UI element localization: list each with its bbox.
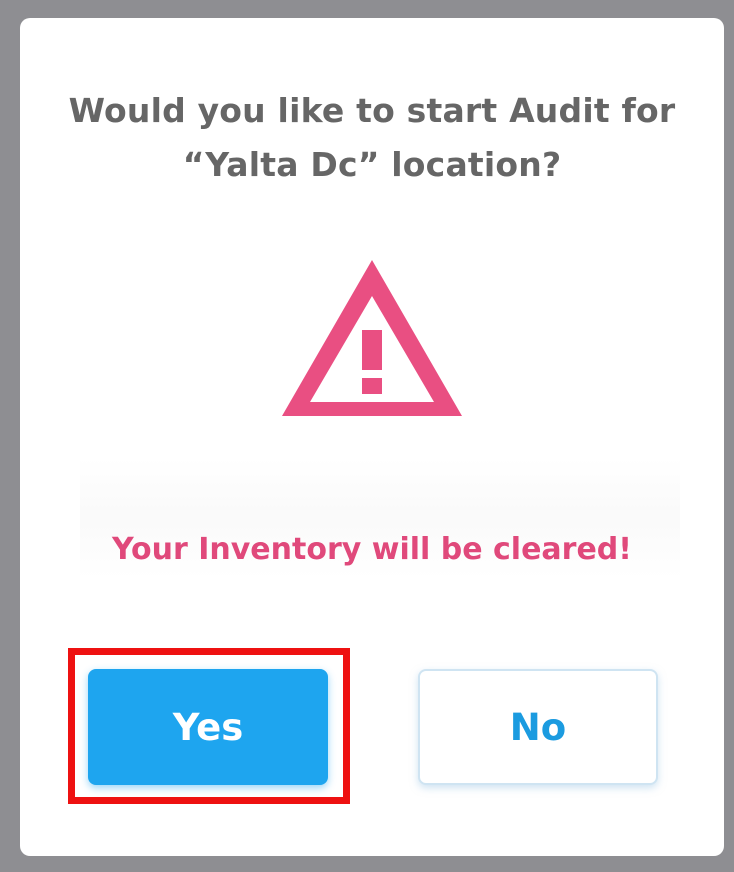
question-line-1: Would you like to start Audit for [68,91,676,130]
no-button[interactable]: No [418,669,658,785]
yes-button[interactable]: Yes [88,669,328,785]
audit-confirm-dialog: Would you like to start Audit for “Yalta… [20,18,724,856]
dialog-question: Would you like to start Audit for “Yalta… [20,84,724,192]
question-line-2: “Yalta Dc” location? [182,145,562,184]
warning-triangle-icon [282,260,462,416]
inventory-warning-text: Your Inventory will be cleared! [112,532,632,567]
